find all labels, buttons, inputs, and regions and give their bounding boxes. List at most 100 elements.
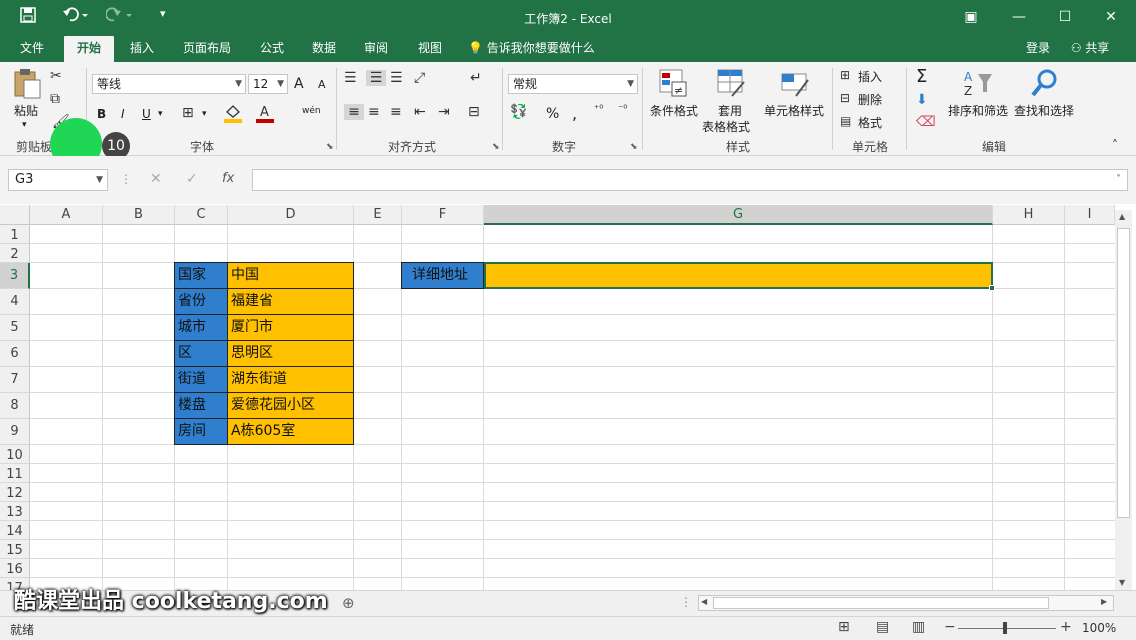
grow-font-button[interactable]: A (294, 76, 304, 92)
cell-c4[interactable]: 省份 (174, 288, 228, 315)
wrap-text-icon[interactable]: ↵ (470, 70, 482, 86)
border-dropdown-icon[interactable]: ▾ (202, 109, 207, 119)
column-header-i[interactable]: I (1065, 205, 1115, 225)
font-color-icon[interactable]: A (256, 103, 274, 127)
fill-color-icon[interactable] (224, 103, 242, 127)
row-header-12[interactable]: 12 (0, 483, 30, 502)
worksheet-grid[interactable]: A B C D E F G H I 1 2 3 4 5 6 7 8 9 10 1… (0, 205, 1136, 590)
conditional-formatting-button[interactable]: 条件格式 (650, 102, 698, 119)
fill-handle[interactable] (989, 285, 995, 291)
row-header-8[interactable]: 8 (0, 393, 30, 419)
underline-button[interactable]: U (142, 107, 151, 121)
expand-formula-icon[interactable]: ˅ (1116, 174, 1121, 185)
column-header-e[interactable]: E (354, 205, 402, 225)
save-icon[interactable] (20, 7, 36, 27)
row-header-4[interactable]: 4 (0, 289, 30, 315)
alignment-launcher-icon[interactable]: ⬊ (492, 142, 500, 152)
cell-f3[interactable]: 详细地址 (401, 262, 484, 289)
number-format-select[interactable]: 常规 ▼ (508, 74, 638, 94)
redo-icon[interactable] (105, 7, 132, 27)
row-header-3[interactable]: 3 (0, 263, 30, 289)
tell-me-box[interactable]: 💡 告诉我你想要做什么 (468, 36, 608, 62)
align-center-icon[interactable]: ≡ (368, 104, 380, 120)
cell-d8[interactable]: 爱德花园小区 (227, 392, 354, 419)
font-name-select[interactable]: 等线 ▼ (92, 74, 246, 94)
cell-c3[interactable]: 国家 (174, 262, 228, 289)
decrease-indent-icon[interactable]: ⇤ (414, 104, 426, 120)
border-icon[interactable]: ⊞ (182, 105, 194, 121)
tab-home[interactable]: 开始 (64, 36, 114, 62)
scroll-down-icon[interactable]: ▼ (1119, 578, 1125, 587)
paste-button[interactable]: 粘贴 (14, 102, 38, 119)
insert-cells-icon[interactable]: ⊞ (840, 68, 850, 82)
insert-cells-button[interactable]: 插入 (858, 68, 882, 85)
currency-icon[interactable]: 💱 (510, 104, 527, 120)
page-layout-view-icon[interactable]: ▤ (876, 619, 889, 635)
italic-button[interactable]: I (121, 107, 125, 121)
row-header-16[interactable]: 16 (0, 559, 30, 578)
tab-page-layout[interactable]: 页面布局 (172, 36, 242, 62)
format-as-table-line1[interactable]: 套用 (718, 102, 742, 119)
cell-d3[interactable]: 中国 (227, 262, 354, 289)
align-bottom-icon[interactable]: ☰ (390, 70, 403, 86)
column-header-f[interactable]: F (402, 205, 484, 225)
column-header-b[interactable]: B (103, 205, 175, 225)
cell-d7[interactable]: 湖东街道 (227, 366, 354, 393)
row-header-2[interactable]: 2 (0, 244, 30, 263)
align-top-icon[interactable]: ☰ (344, 70, 357, 86)
merge-center-icon[interactable]: ⊟ (468, 104, 480, 120)
row-header-15[interactable]: 15 (0, 540, 30, 559)
collapse-ribbon-icon[interactable]: ˄ (1112, 138, 1118, 152)
cell-c8[interactable]: 楼盘 (174, 392, 228, 419)
zoom-slider[interactable] (958, 628, 1056, 629)
underline-dropdown-icon[interactable]: ▾ (158, 109, 163, 119)
cell-c6[interactable]: 区 (174, 340, 228, 367)
column-header-a[interactable]: A (30, 205, 103, 225)
comma-button[interactable]: , (572, 104, 577, 123)
conditional-formatting-icon[interactable]: ≠ (658, 68, 688, 102)
clear-icon[interactable]: ⌫ (916, 114, 936, 130)
increase-indent-icon[interactable]: ⇥ (438, 104, 450, 120)
share-button[interactable]: ⚇ 共享 (1062, 36, 1118, 62)
vertical-scroll-thumb[interactable] (1117, 228, 1130, 518)
tab-view[interactable]: 视图 (408, 36, 452, 62)
column-header-h[interactable]: H (993, 205, 1065, 225)
row-header-13[interactable]: 13 (0, 502, 30, 521)
tab-formulas[interactable]: 公式 (250, 36, 294, 62)
page-break-view-icon[interactable]: ▥ (912, 619, 925, 635)
font-launcher-icon[interactable]: ⬊ (326, 142, 334, 152)
row-header-5[interactable]: 5 (0, 315, 30, 341)
zoom-in-icon[interactable]: + (1060, 619, 1072, 635)
align-middle-icon[interactable]: ☰ (366, 70, 386, 86)
customize-icon[interactable]: ▾ (160, 7, 166, 20)
column-header-g[interactable]: G (484, 205, 993, 225)
cell-g3[interactable] (484, 262, 993, 289)
tab-file[interactable]: 文件 (10, 36, 54, 62)
horizontal-scrollbar[interactable]: ◀ ▶ (698, 595, 1114, 611)
row-header-9[interactable]: 9 (0, 419, 30, 445)
cell-c5[interactable]: 城市 (174, 314, 228, 341)
insert-function-button[interactable]: fx (222, 171, 234, 186)
row-header-6[interactable]: 6 (0, 341, 30, 367)
tab-insert[interactable]: 插入 (120, 36, 164, 62)
delete-cells-button[interactable]: 删除 (858, 91, 882, 108)
autosum-button[interactable]: Σ (916, 66, 927, 87)
tab-review[interactable]: 审阅 (354, 36, 398, 62)
scroll-up-icon[interactable]: ▲ (1119, 212, 1125, 221)
phonetic-button[interactable]: wén (302, 106, 321, 116)
row-header-11[interactable]: 11 (0, 464, 30, 483)
find-select-icon[interactable] (1030, 68, 1060, 102)
cell-styles-button[interactable]: 单元格样式 (764, 102, 824, 119)
row-header-14[interactable]: 14 (0, 521, 30, 540)
row-header-1[interactable]: 1 (0, 225, 30, 244)
format-as-table-icon[interactable] (716, 68, 746, 102)
increase-decimal-icon[interactable]: ⁺⁰ (594, 104, 603, 115)
maximize-icon[interactable]: ☐ (1050, 6, 1080, 28)
row-header-10[interactable]: 10 (0, 445, 30, 464)
vertical-scrollbar[interactable]: ▲ ▼ (1115, 210, 1132, 590)
delete-cells-icon[interactable]: ⊟ (840, 91, 850, 105)
sort-filter-icon[interactable]: AZ (962, 68, 994, 102)
cut-icon[interactable]: ✂ (50, 68, 62, 84)
formula-input[interactable] (252, 169, 1128, 191)
undo-icon[interactable] (62, 7, 88, 27)
